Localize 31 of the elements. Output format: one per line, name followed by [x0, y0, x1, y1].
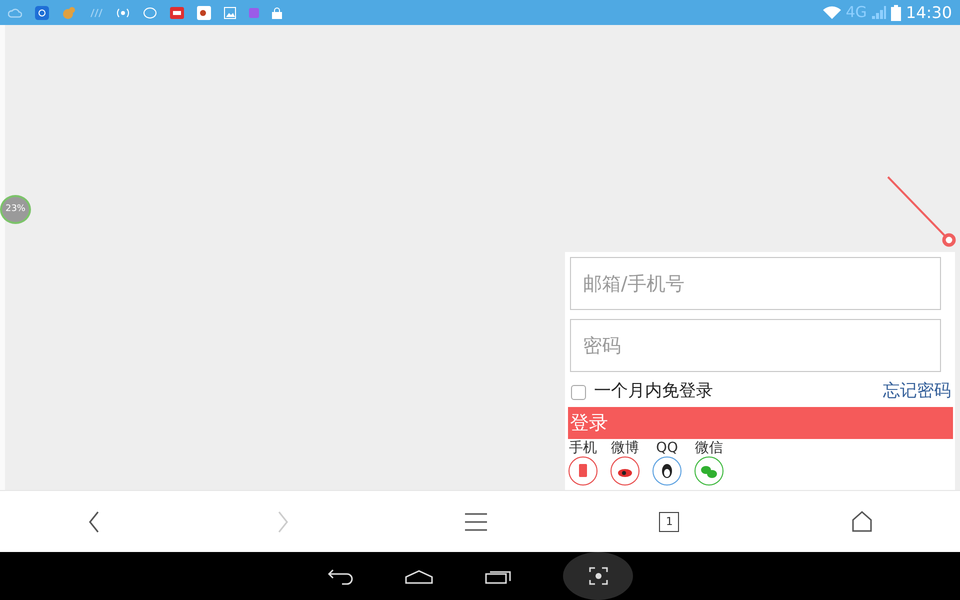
pointer-line: [886, 175, 956, 247]
back-icon: [88, 510, 100, 532]
social-login-button[interactable]: 微信: [694, 440, 724, 486]
recent-apps-icon[interactable]: [485, 569, 511, 584]
forward-icon: [276, 510, 289, 532]
wifi-icon: [822, 6, 841, 19]
menu-icon: [464, 512, 487, 530]
battery-icon: [890, 4, 901, 20]
tabs-button[interactable]: 1: [659, 512, 680, 532]
forgot-password-link[interactable]: 忘记密码: [883, 379, 951, 405]
social-login-button[interactable]: 手机: [568, 440, 598, 486]
home-icon: [852, 511, 872, 532]
slash-lines-icon: [89, 8, 103, 18]
social-login-button[interactable]: QQ: [652, 440, 682, 486]
app-icon: [35, 6, 49, 20]
clock: 14:30: [906, 2, 952, 24]
account-field[interactable]: 邮箱/手机号: [570, 257, 941, 310]
app-icon: [197, 6, 211, 20]
screenshot-icon[interactable]: [588, 567, 608, 585]
remember-label: 一个月内免登录: [594, 380, 713, 404]
home-icon[interactable]: [405, 570, 433, 584]
signal-icon: [872, 6, 886, 19]
network-type: 4G: [846, 2, 867, 24]
password-field[interactable]: 密码: [570, 319, 941, 372]
remember-checkbox[interactable]: [571, 384, 586, 400]
back-icon[interactable]: [327, 568, 353, 586]
square-icon: [249, 8, 259, 18]
cloud-icon: [8, 6, 22, 18]
lock-icon: [272, 6, 282, 18]
social-login-button[interactable]: 微博: [610, 440, 640, 486]
image-icon: [224, 6, 236, 18]
